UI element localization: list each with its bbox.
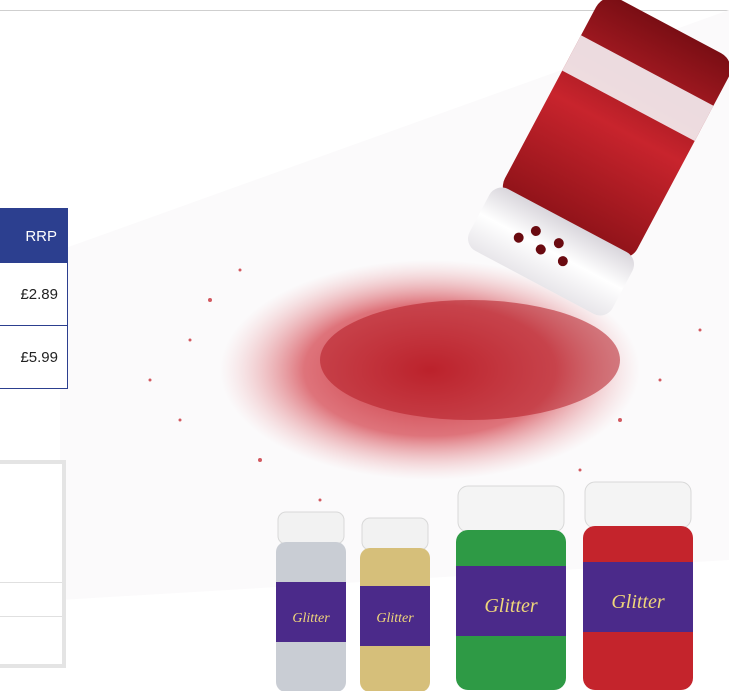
svg-text:Glitter: Glitter <box>484 595 538 617</box>
info-divider <box>0 582 62 583</box>
price-row: £5.99 <box>20 348 58 366</box>
svg-text:Glitter: Glitter <box>376 611 414 626</box>
rrp-price-table: RRP £2.89 £5.99 <box>0 208 68 389</box>
glitter-jar-red: Glitter <box>583 481 693 690</box>
glitter-jar-gold: Glitter <box>360 517 430 691</box>
price-row: £2.89 <box>0 263 67 326</box>
rrp-column-header: RRP <box>0 209 67 263</box>
glitter-jar-green: Glitter <box>456 485 566 690</box>
glitter-jar-silver: Glitter <box>276 511 346 691</box>
svg-text:Glitter: Glitter <box>292 611 330 626</box>
info-panel <box>0 460 66 668</box>
info-divider <box>0 616 62 617</box>
svg-text:Glitter: Glitter <box>611 591 665 613</box>
glitter-product-photo: Glitter Glitter Glitter Glitter <box>60 0 729 691</box>
